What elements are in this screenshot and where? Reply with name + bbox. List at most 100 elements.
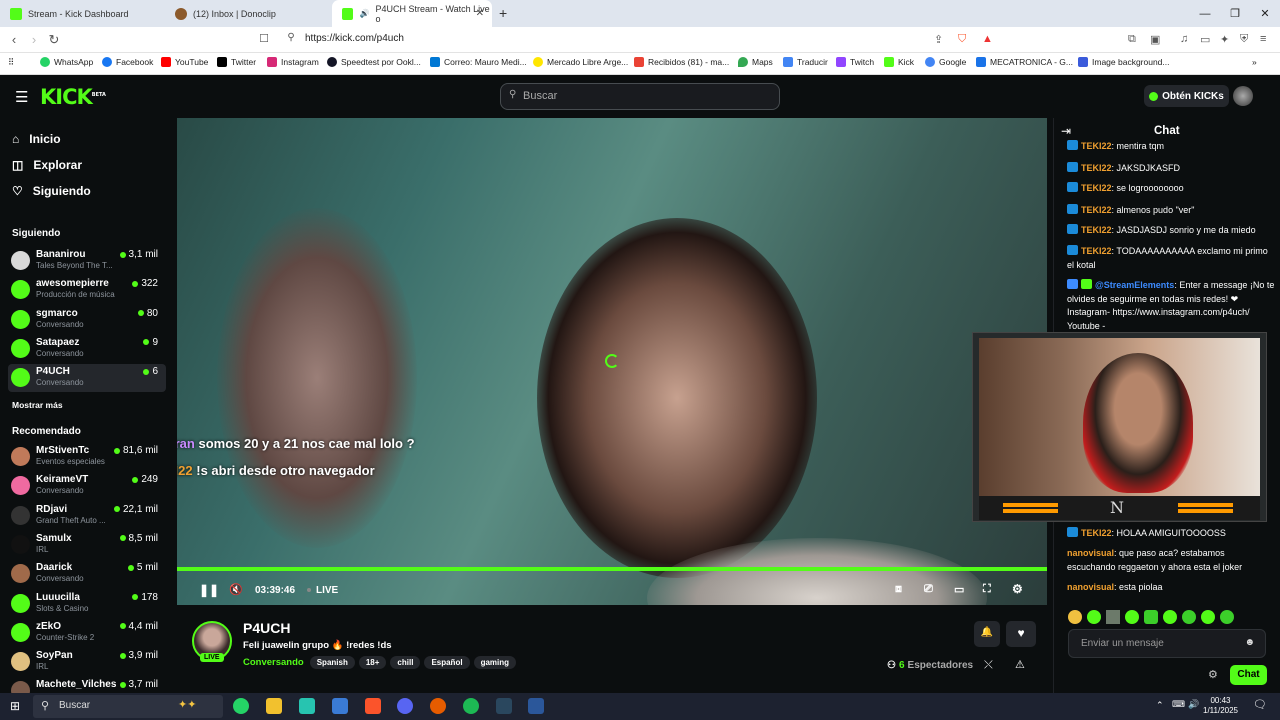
notifications-icon[interactable]: 🗨 [1253,698,1267,711]
chat-username[interactable]: TEKI22 [1081,183,1112,193]
user-avatar[interactable] [1233,86,1253,106]
discord-taskbar-icon[interactable] [397,698,413,714]
stream-tag[interactable]: gaming [473,656,517,669]
sidebar-toggle-icon[interactable]: ▣ [1150,33,1160,46]
music-icon[interactable]: ♫ [1180,33,1188,45]
steam-taskbar-icon[interactable] [496,698,512,714]
brave-taskbar-icon[interactable] [365,698,381,714]
show-more-link[interactable]: Mostrar más [12,400,63,410]
chat-username[interactable]: TEKI22 [1081,141,1112,151]
emote-icon[interactable] [1087,610,1101,624]
hamburger-menu-icon[interactable]: ☰ [15,88,28,106]
word-taskbar-icon[interactable] [528,698,544,714]
fullscreen-icon[interactable]: ⛶ [983,583,991,596]
url-field[interactable]: https://kick.com/p4uch [305,33,404,44]
sidebar-channel[interactable]: SoyPan IRL 3,9 mil [8,648,166,676]
bookmark-twitter[interactable]: Twitter [217,57,256,67]
emote-icon[interactable] [1163,610,1177,624]
emote-icon[interactable] [1201,610,1215,624]
get-kicks-button[interactable]: Obtén KICKs [1144,85,1229,107]
nav-explorar[interactable]: ◫ Explorar [12,158,82,172]
sidebar-channel[interactable]: sgmarco Conversando 80 [8,306,166,334]
brave-rewards-icon[interactable]: ▲ [982,33,993,45]
whatsapp-taskbar-icon[interactable] [233,698,249,714]
bookmark-translate[interactable]: Traducir [783,57,828,67]
apps-icon[interactable]: ⠿ [8,57,14,68]
stream-tag[interactable]: chill [390,656,421,669]
taskbar-search[interactable]: ⚲ Buscar ✦✦ [33,695,223,718]
chat-username[interactable]: nanovisual [1067,582,1114,592]
close-window-icon[interactable]: ✕ [1250,0,1280,27]
bookmark-kick[interactable]: Kick [884,57,914,67]
mute-icon[interactable]: 🔇 [229,583,243,596]
sidebar-channel[interactable]: Bananirou Tales Beyond The T... 3,1 mil [8,247,166,275]
bookmark-facebook[interactable]: Facebook [102,57,153,67]
store-taskbar-icon[interactable] [332,698,348,714]
sidebar-channel[interactable]: RDjavi Grand Theft Auto ... 22,1 mil [8,502,166,530]
pause-icon[interactable]: ❚❚ [199,583,219,597]
chat-username[interactable]: TEKI22 [1081,528,1112,538]
restore-icon[interactable]: ❐ [1220,0,1250,27]
sidebar-channel[interactable]: MrStivenTc Eventos especiales 81,6 mil [8,443,166,471]
minimize-icon[interactable]: — [1190,0,1220,27]
back-icon[interactable]: ‹ [6,32,22,47]
chat-input[interactable]: Enviar un mensaje ☻ [1068,629,1266,658]
wallet-icon[interactable]: ▭ [1200,33,1210,46]
emote-icon[interactable] [1182,610,1196,624]
sidebar-channel[interactable]: Samulx IRL 8,5 mil [8,531,166,559]
brave-shields-icon[interactable]: ⛉ [958,33,966,46]
spotify-taskbar-icon[interactable] [463,698,479,714]
emote-icon[interactable] [1106,610,1120,624]
windows-start-icon[interactable]: ⊞ [10,699,20,713]
chat-username[interactable]: TEKI22 [1081,163,1112,173]
chat-username[interactable]: @StreamElements [1095,280,1174,290]
extensions-icon[interactable]: ⧉ [1128,33,1136,46]
emote-icon[interactable] [1125,610,1139,624]
emote-icon[interactable] [1068,610,1082,624]
send-chat-button[interactable]: Chat [1230,665,1267,685]
stream-tag[interactable]: 18+ [358,656,387,669]
share-icon[interactable]: ⤬ [984,659,993,672]
bookmark-gmail[interactable]: Recibidos (81) - ma... [634,57,729,67]
streamer-name[interactable]: P4UCH [243,620,290,636]
chat-username[interactable]: nanovisual [1067,548,1114,558]
theater-mode-icon[interactable]: ▭ [954,583,964,596]
sidebar-channel[interactable]: zEkO Counter-Strike 2 4,4 mil [8,619,166,647]
tab-donoclip[interactable]: (12) Inbox | Donoclip [165,0,330,27]
bookmark-twitch[interactable]: Twitch [836,57,874,67]
bookmark-whatsapp[interactable]: WhatsApp [40,57,93,67]
stream-tag[interactable]: Español [424,656,470,669]
clip-icon[interactable]: ⎚ [924,583,933,596]
emote-icon[interactable] [1220,610,1234,624]
chat-username[interactable]: TEKI22 [1081,225,1112,235]
tab-kick-dashboard[interactable]: Stream - Kick Dashboard [0,0,165,27]
progress-bar[interactable] [177,567,1047,571]
bookmark-instagram[interactable]: Instagram [267,57,319,67]
sidebar-channel[interactable]: Satapaez Conversando 9 [8,335,166,363]
menu-icon[interactable]: ≡ [1260,33,1266,45]
tray-chevron-icon[interactable]: ⌃ [1156,700,1164,711]
search-input[interactable]: ⚲ Buscar [500,83,780,110]
share-icon[interactable]: ⇪ [934,33,943,46]
sidebar-channel[interactable]: P4UCH Conversando 6 [8,364,166,393]
emote-icon[interactable] [1144,610,1158,624]
app2-taskbar-icon[interactable] [430,698,446,714]
bookmark-google[interactable]: Google [925,57,966,67]
more-bookmarks-icon[interactable]: » [1252,57,1257,67]
sidebar-channel[interactable]: Luuucilla Slots & Casino 178 [8,590,166,618]
new-tab-icon[interactable]: + [499,5,507,21]
stream-tag[interactable]: Spanish [309,656,355,669]
follow-heart-button[interactable]: ♥ [1006,621,1036,647]
file-explorer-icon[interactable] [266,698,282,714]
kick-logo[interactable]: KICKBETA [40,85,106,109]
bookmark-maps[interactable]: Maps [738,57,773,67]
reload-icon[interactable]: ↻ [46,32,62,48]
notification-bell-icon[interactable]: 🔔 [974,621,1000,647]
sidebar-channel[interactable]: KeirameVT Conversando 249 [8,472,166,500]
settings-icon[interactable]: ⚙ [1012,582,1023,596]
chat-settings-icon[interactable]: ⚙ [1208,668,1218,681]
volume-icon[interactable]: 🔊 [1188,699,1199,710]
sidebar-channel[interactable]: Machete_Vilches 3,7 mil [8,677,166,693]
chat-username[interactable]: TEKI22 [1081,205,1112,215]
nav-siguiendo[interactable]: ♡ Siguiendo [12,184,91,198]
